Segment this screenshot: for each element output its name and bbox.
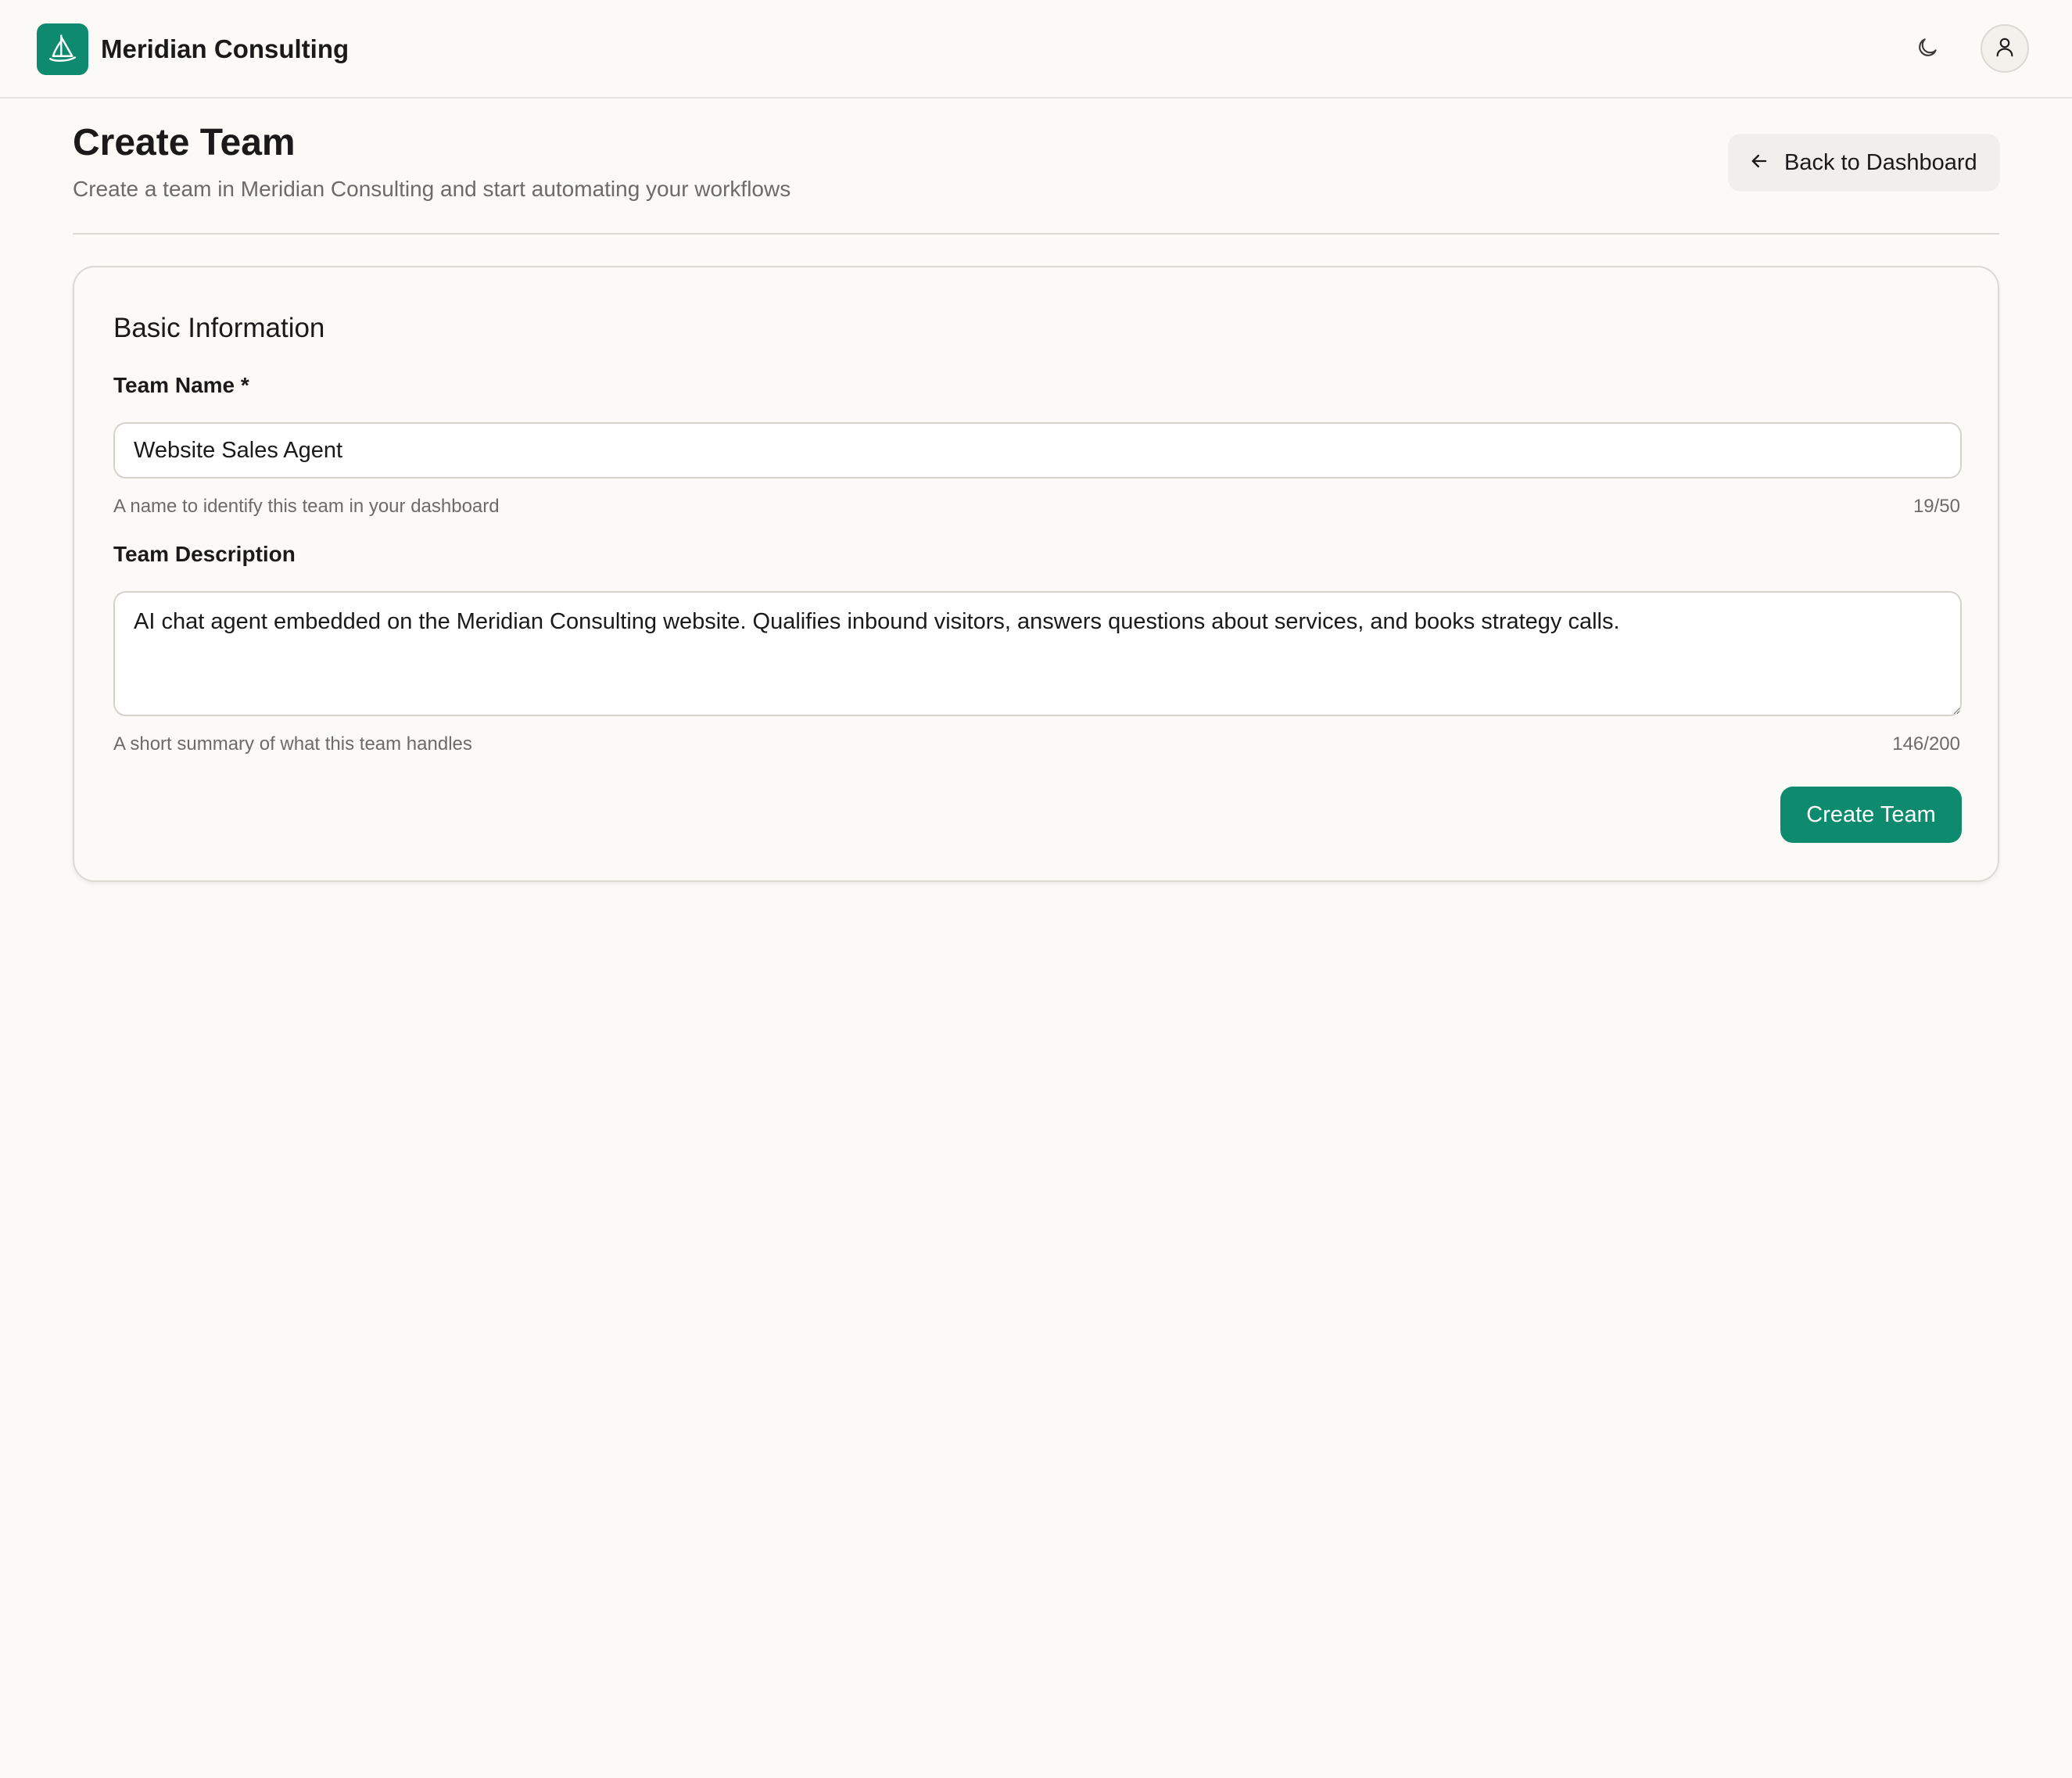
theme-toggle-button[interactable]: [1908, 30, 1947, 69]
team-description-textarea[interactable]: AI chat agent embedded on the Meridian C…: [113, 591, 1962, 716]
back-to-dashboard-button[interactable]: Back to Dashboard: [1728, 134, 2000, 192]
team-name-input[interactable]: [113, 422, 1962, 479]
brand-name[interactable]: Meridian Consulting: [101, 31, 349, 67]
team-name-counter: 19/50: [1912, 496, 1960, 517]
top-bar: Meridian Consulting: [0, 0, 2072, 99]
team-description-hint: A short summary of what this team handle…: [113, 733, 472, 755]
section-title: Basic Information: [113, 313, 325, 343]
basic-information-card: Basic Information Team Name * A name to …: [73, 266, 1999, 882]
header-divider: [73, 233, 1999, 235]
team-name-hint: A name to identify this team in your das…: [113, 496, 500, 517]
sailboat-icon[interactable]: [37, 23, 88, 75]
create-team-button[interactable]: Create Team: [1780, 787, 1962, 843]
back-to-dashboard-label: Back to Dashboard: [1784, 149, 1977, 175]
page-subtitle: Create a team in Meridian Consulting and…: [73, 177, 791, 201]
team-description-label: Team Description: [113, 542, 296, 566]
team-name-label: Team Name *: [113, 373, 249, 397]
user-menu-button[interactable]: [1981, 24, 2029, 73]
team-description-counter: 146/200: [1892, 733, 1960, 755]
page-title: Create Team: [73, 122, 296, 163]
user-icon: [1993, 35, 2016, 63]
arrow-left-icon: [1748, 150, 1770, 176]
moon-icon: [1915, 35, 1940, 64]
